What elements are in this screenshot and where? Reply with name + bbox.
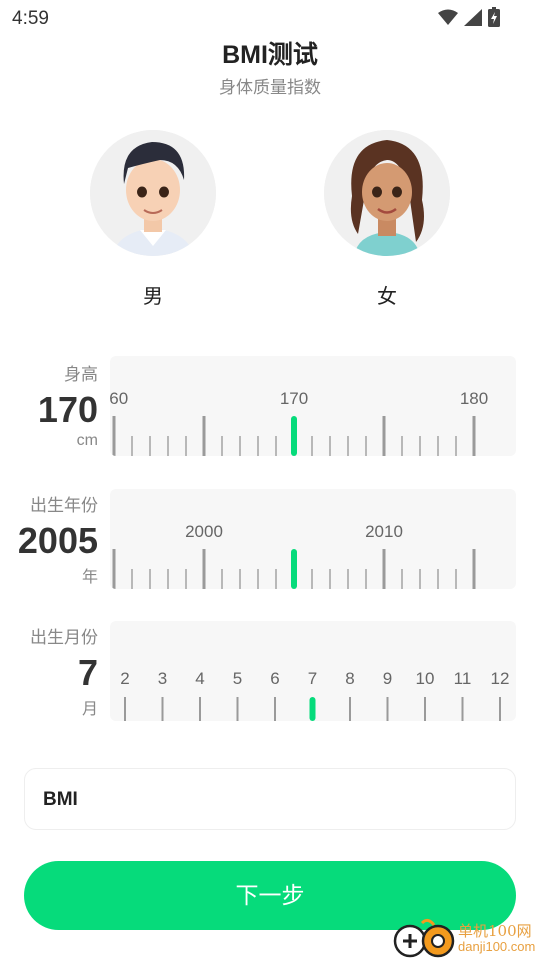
gender-option-male[interactable]: 男 <box>89 130 217 309</box>
page-title: BMI测试 <box>222 41 318 69</box>
height-ruler-tick-label: 170 <box>280 389 308 408</box>
month-ruler-tick-label: 6 <box>270 669 279 688</box>
month-ruler-tick-label: 3 <box>158 669 167 688</box>
status-time: 4:59 <box>12 8 49 29</box>
status-icons <box>438 7 500 32</box>
month-ruler-selected-indicator <box>309 697 316 721</box>
month-ruler-tick-label: 12 <box>491 669 510 688</box>
height-label: 身高 <box>64 365 98 384</box>
birth-year-label-group: 出生年份 2005 年 <box>18 491 98 587</box>
height-value: 170 <box>37 389 98 430</box>
page-subtitle: 身体质量指数 <box>219 78 321 97</box>
female-avatar[interactable] <box>324 130 450 256</box>
name-input-field[interactable]: BMI <box>24 768 516 830</box>
month-ruler-tick-label: 11 <box>454 669 472 688</box>
month-ruler-tick-label: 7 <box>308 669 317 688</box>
wifi-icon <box>438 9 458 30</box>
birth-year-label: 出生年份 <box>30 496 98 515</box>
watermark-text-domain: danji100.com <box>458 939 536 954</box>
height-ruler-selected-indicator <box>291 416 297 456</box>
month-ruler-tick-label: 2 <box>120 669 129 688</box>
birth-year-value: 2005 <box>17 520 98 561</box>
month-ruler-tick-label: 4 <box>195 669 204 688</box>
cellular-signal-icon <box>464 8 482 31</box>
month-ruler-tick-label: 8 <box>345 669 354 688</box>
year-ruler-tick-label: 2010 <box>365 522 403 541</box>
birth-month-unit: 月 <box>81 701 98 718</box>
birth-month-row: 出生月份 7 月 2 3 4 5 6 7 8 9 10 11 12 <box>0 621 540 721</box>
height-ruler[interactable]: 160 170 180 <box>110 356 516 456</box>
birth-year-unit: 年 <box>81 569 98 586</box>
height-label-group: 身高 170 cm <box>38 360 98 450</box>
birth-month-label: 出生月份 <box>30 628 98 647</box>
month-ruler-tick-label: 9 <box>383 669 392 688</box>
watermark-badge-icon <box>393 918 455 958</box>
month-ruler-tick-label: 5 <box>233 669 242 688</box>
name-input-value[interactable]: BMI <box>43 789 78 811</box>
battery-icon <box>488 7 500 32</box>
page-header: BMI测试 身体质量指数 <box>0 40 540 98</box>
birth-month-label-group: 出生月份 7 月 <box>30 623 98 719</box>
height-ruler-tick-label: 160 <box>110 389 128 408</box>
height-row: 身高 170 cm 160 170 180 <box>0 356 540 456</box>
watermark-logo: 单机100网 danji100.com <box>392 917 540 960</box>
male-avatar[interactable] <box>90 130 216 256</box>
month-ruler-tick-label: 10 <box>416 669 435 688</box>
birth-year-ruler[interactable]: 2000 2010 <box>110 489 516 589</box>
year-ruler-tick-label: 2000 <box>185 522 223 541</box>
gender-option-female[interactable]: 女 <box>323 130 451 309</box>
height-ruler-tick-label: 180 <box>460 389 488 408</box>
birth-month-ruler[interactable]: 2 3 4 5 6 7 8 9 10 11 12 <box>110 621 516 721</box>
birth-year-row: 出生年份 2005 年 2000 2010 <box>0 489 540 589</box>
gender-label-male[interactable]: 男 <box>89 280 217 309</box>
height-unit: cm <box>76 432 98 449</box>
status-bar: 4:59 <box>0 0 540 36</box>
year-ruler-selected-indicator <box>291 549 297 589</box>
gender-label-female[interactable]: 女 <box>323 280 451 309</box>
watermark-text-cn: 单机100网 <box>458 922 532 940</box>
birth-month-value: 7 <box>77 652 98 693</box>
